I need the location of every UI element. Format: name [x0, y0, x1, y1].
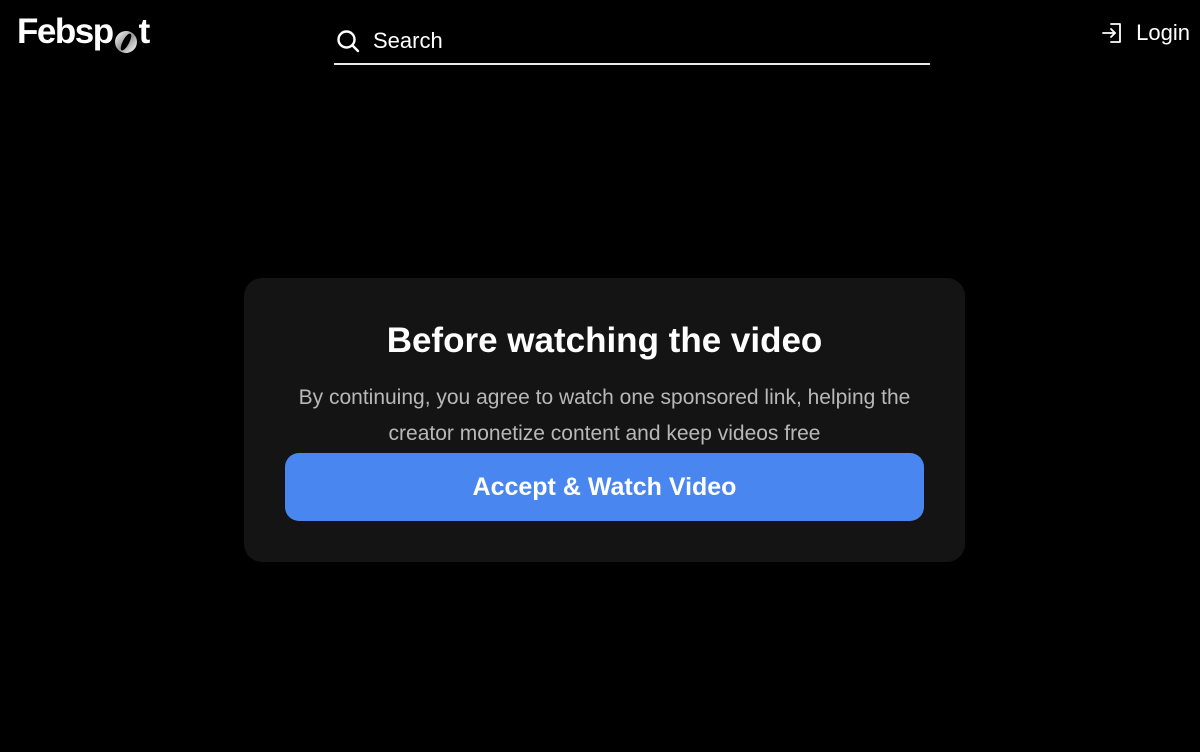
accept-watch-video-button[interactable]: Accept & Watch Video: [285, 453, 924, 521]
login-label: Login: [1136, 20, 1190, 45]
logo-o-icon: [114, 23, 138, 53]
login-button[interactable]: Login: [1099, 20, 1190, 46]
page: Febsp t Search Login Before watching the…: [0, 0, 1200, 752]
login-icon: [1099, 20, 1125, 46]
logo-text-prefix: Febsp: [17, 12, 114, 51]
modal-title: Before watching the video: [386, 321, 823, 360]
site-logo[interactable]: Febsp t: [17, 12, 151, 53]
sponsored-consent-modal: Before watching the video By continuing,…: [244, 278, 965, 562]
search-bar[interactable]: [334, 18, 930, 65]
logo-text-suffix: t: [138, 12, 151, 51]
modal-description: By continuing, you agree to watch one sp…: [298, 386, 911, 445]
search-input[interactable]: [373, 25, 913, 56]
search-icon[interactable]: [335, 28, 361, 54]
